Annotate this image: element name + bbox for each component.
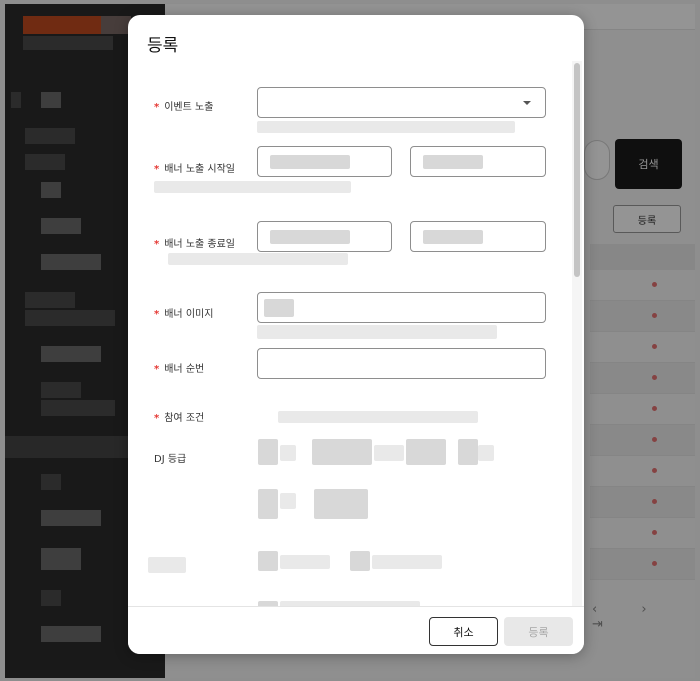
banner-start-time-input[interactable] <box>410 146 546 177</box>
required-mark: * <box>154 309 160 320</box>
modal-title: 등록 <box>147 36 179 56</box>
field-value <box>423 230 483 244</box>
banner-order-label: * 배너 순번 <box>154 360 204 375</box>
dj-grade-option[interactable] <box>280 493 296 509</box>
field-value <box>423 155 483 169</box>
required-mark: * <box>154 239 160 250</box>
banner-start-label: * 배너 노출 시작일 <box>154 160 235 175</box>
file-button[interactable] <box>264 299 294 317</box>
option[interactable] <box>258 551 278 571</box>
scrollbar[interactable] <box>572 61 582 606</box>
required-mark: * <box>154 364 160 375</box>
helper-text <box>278 411 478 423</box>
participation-label-text: 참여 조건 <box>164 413 205 424</box>
banner-end-time-input[interactable] <box>410 221 546 252</box>
section-label <box>148 557 186 573</box>
register-modal: 등록 * 이벤트 노출 * 배너 노출 시작일 * 배너 노출 종료일 * 배너… <box>128 15 584 654</box>
banner-end-date-input[interactable] <box>257 221 392 252</box>
banner-start-date-input[interactable] <box>257 146 392 177</box>
required-mark: * <box>154 102 160 113</box>
participation-label: * 참여 조건 <box>154 409 204 424</box>
modal-body: * 이벤트 노출 * 배너 노출 시작일 * 배너 노출 종료일 * 배너 이미… <box>128 61 584 606</box>
event-exposure-select[interactable] <box>257 87 546 118</box>
required-mark: * <box>154 164 160 175</box>
banner-start-label-text: 배너 노출 시작일 <box>164 164 235 175</box>
dj-grade-option[interactable] <box>406 439 446 465</box>
helper-text <box>154 181 351 193</box>
required-mark: * <box>154 413 160 424</box>
banner-image-input[interactable] <box>257 292 546 323</box>
dj-grade-label: DJ 등급 <box>154 454 187 465</box>
event-exposure-label-text: 이벤트 노출 <box>164 102 214 113</box>
chevron-down-icon <box>523 101 531 105</box>
dj-grade-option[interactable] <box>478 445 494 461</box>
option[interactable] <box>280 555 330 569</box>
dj-grade-option[interactable] <box>258 489 278 519</box>
field-value <box>270 155 350 169</box>
banner-order-label-text: 배너 순번 <box>164 364 205 375</box>
dj-grade-option[interactable] <box>458 439 478 465</box>
dj-grade-option[interactable] <box>314 489 368 519</box>
scrollbar-thumb[interactable] <box>574 63 580 277</box>
field-value <box>270 230 350 244</box>
banner-image-label-text: 배너 이미지 <box>164 309 214 320</box>
helper-text <box>168 253 348 265</box>
helper-text <box>257 325 497 339</box>
option[interactable] <box>350 551 370 571</box>
banner-end-label: * 배너 노출 종료일 <box>154 235 235 250</box>
dj-grade-option[interactable] <box>312 439 372 465</box>
dj-grade-option[interactable] <box>374 445 404 461</box>
banner-end-label-text: 배너 노출 종료일 <box>164 239 235 250</box>
event-exposure-label: * 이벤트 노출 <box>154 98 213 113</box>
dj-grade-option[interactable] <box>280 445 296 461</box>
modal-footer: 취소 등록 <box>128 606 584 654</box>
helper-text <box>257 121 515 133</box>
banner-order-input[interactable] <box>257 348 546 379</box>
cancel-button[interactable]: 취소 <box>429 617 498 646</box>
option[interactable] <box>372 555 442 569</box>
submit-button[interactable]: 등록 <box>504 617 573 646</box>
banner-image-label: * 배너 이미지 <box>154 305 213 320</box>
dj-grade-option[interactable] <box>258 439 278 465</box>
